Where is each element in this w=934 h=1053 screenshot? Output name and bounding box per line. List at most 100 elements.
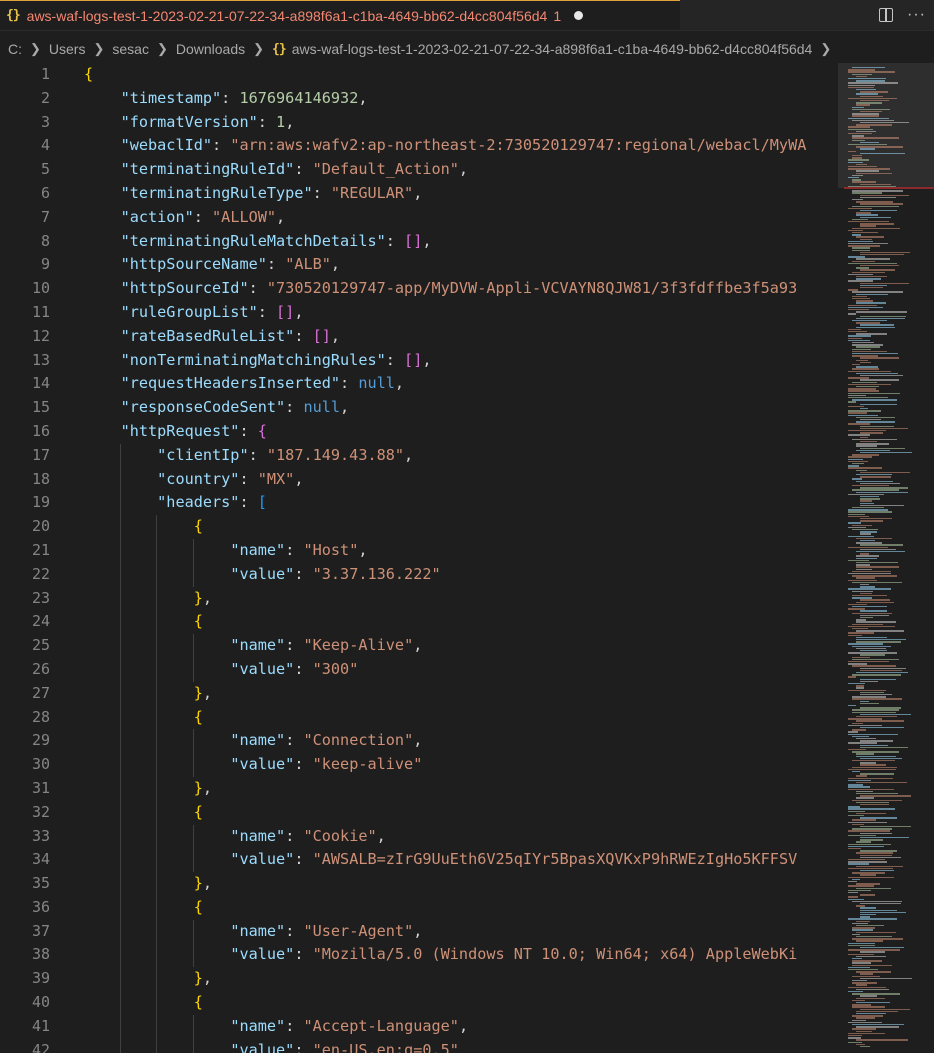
code-line[interactable]: "httpRequest": {: [84, 420, 836, 444]
minimap-line: [852, 454, 879, 456]
minimap-line: [860, 403, 897, 405]
code-line[interactable]: "terminatingRuleType": "REGULAR",: [84, 182, 836, 206]
minimap-line: [848, 168, 890, 170]
code-line[interactable]: "ruleGroupList": [],: [84, 301, 836, 325]
minimap-line: [852, 606, 887, 608]
code-token: {: [193, 802, 203, 821]
code-line[interactable]: "value": "en-US,en;q=0.5": [84, 1038, 836, 1053]
minimap-line: [848, 661, 889, 663]
minimap-line: [860, 100, 889, 102]
minimap-line: [852, 766, 897, 768]
minimap-line: [860, 667, 906, 669]
split-editor-icon[interactable]: [879, 8, 894, 22]
code-line[interactable]: },: [84, 967, 836, 992]
minimap-line: [852, 674, 901, 676]
minimap-line: [848, 859, 885, 861]
code-line[interactable]: "action": "ALLOW",: [84, 206, 836, 230]
indent-guide: [119, 1014, 121, 1039]
minimap-line: [852, 612, 892, 614]
minimap-line: [860, 95, 883, 97]
code-line[interactable]: "headers": [: [84, 491, 836, 516]
code-token: [: [257, 493, 267, 512]
code-line[interactable]: "requestHeadersInserted": null,: [84, 372, 836, 396]
code-line[interactable]: "name": "Host",: [84, 538, 836, 563]
breadcrumb-file[interactable]: aws-waf-logs-test-1-2023-02-21-07-22-34-…: [292, 41, 813, 57]
code-line[interactable]: {: [84, 991, 836, 1015]
code-line[interactable]: },: [84, 681, 836, 706]
minimap-line: [860, 408, 868, 410]
line-number: 9: [40, 255, 50, 274]
code-line[interactable]: "value": "Mozilla/5.0 (Windows NT 10.0; …: [84, 943, 836, 968]
code-line[interactable]: {: [84, 515, 836, 539]
indent-guide: [156, 919, 158, 944]
code-line[interactable]: {: [84, 895, 836, 920]
line-number: 27: [31, 683, 50, 702]
line-number: 11: [31, 302, 50, 321]
code-line[interactable]: },: [84, 872, 836, 896]
minimap-line: [852, 929, 873, 931]
code-line[interactable]: "rateBasedRuleList": [],: [84, 325, 836, 349]
code-line[interactable]: "terminatingRuleId": "Default_Action",: [84, 158, 836, 182]
code-line[interactable]: "responseCodeSent": null,: [84, 396, 836, 420]
minimap-line: [848, 867, 893, 870]
minimap-line: [848, 784, 863, 786]
code-line[interactable]: "name": "Cookie",: [84, 824, 836, 849]
code-line[interactable]: },: [84, 586, 836, 611]
code-line[interactable]: "httpSourceId": "730520129747-app/MyDVW-…: [84, 277, 836, 301]
minimap-line: [860, 225, 876, 227]
minimap-line: [856, 130, 876, 133]
code-line[interactable]: {: [84, 610, 836, 635]
breadcrumb-sesac[interactable]: sesac: [112, 41, 149, 57]
minimap[interactable]: [838, 63, 934, 1053]
indent-guide: [119, 872, 121, 896]
code-line[interactable]: "terminatingRuleMatchDetails": [],: [84, 230, 836, 254]
minimap-line: [860, 795, 911, 797]
breadcrumb-drive[interactable]: C:: [8, 41, 22, 57]
editor-tab[interactable]: {} aws-waf-logs-test-1-2023-02-21-07-22-…: [0, 0, 680, 30]
code-line[interactable]: {: [84, 705, 836, 730]
code-line[interactable]: "value": "300": [84, 657, 836, 682]
minimap-line: [852, 108, 890, 111]
line-number: 32: [31, 802, 50, 821]
code-line[interactable]: {: [84, 800, 836, 825]
code-line[interactable]: "httpSourceName": "ALB",: [84, 253, 836, 277]
line-number: 41: [31, 1016, 50, 1035]
code-line[interactable]: "name": "User-Agent",: [84, 919, 836, 944]
minimap-line: [848, 830, 890, 832]
code-line[interactable]: "value": "3.37.136.222": [84, 562, 836, 587]
minimap-line: [856, 75, 867, 78]
code-line[interactable]: "webaclId": "arn:aws:wafv2:ap-northeast-…: [84, 134, 836, 158]
breadcrumb-downloads[interactable]: Downloads: [176, 41, 245, 57]
code-line[interactable]: "name": "Keep-Alive",: [84, 634, 836, 658]
minimap-line: [852, 623, 883, 625]
code-line[interactable]: {: [84, 63, 836, 87]
more-actions-icon[interactable]: ···: [907, 7, 926, 23]
minimap-line: [860, 553, 869, 555]
minimap-line: [860, 520, 883, 522]
code-line[interactable]: "value": "keep-alive": [84, 753, 836, 777]
minimap-line: [848, 885, 874, 887]
code-line[interactable]: "formatVersion": 1,: [84, 111, 836, 135]
code-area[interactable]: { "timestamp": 1676964146932, "formatVer…: [84, 63, 836, 1053]
code-line[interactable]: "country": "MX",: [84, 467, 836, 492]
breadcrumb-users[interactable]: Users: [49, 41, 86, 57]
code-line[interactable]: "name": "Connection",: [84, 729, 836, 754]
minimap-line: [848, 786, 870, 788]
indent-guide: [119, 943, 121, 968]
code-line[interactable]: "clientIp": "187.149.43.88",: [84, 443, 836, 468]
minimap-line: [856, 905, 865, 907]
code-line[interactable]: "value": "AWSALB=zIrG9UuEth6V25qIYr5Bpas…: [84, 848, 836, 873]
code-line[interactable]: "timestamp": 1676964146932,: [84, 87, 836, 111]
minimap-line: [848, 410, 881, 412]
line-number: 42: [31, 1040, 50, 1053]
code-line[interactable]: "nonTerminatingMatchingRules": [],: [84, 349, 836, 373]
unsaved-dot-icon[interactable]: [574, 11, 584, 20]
code-editor[interactable]: 1 2 3 4 5 6 7 8 9 10 11 12 13 14 15 16 17 18 19 20 21 22 23 24 2…: [0, 63, 934, 1053]
minimap-line: [852, 232, 878, 234]
code-token: "value": [230, 850, 295, 869]
line-number: 15: [31, 398, 50, 417]
code-line[interactable]: "name": "Accept-Language",: [84, 1014, 836, 1039]
minimap-line: [860, 804, 889, 806]
code-line[interactable]: },: [84, 776, 836, 801]
indent-guide: [192, 634, 194, 658]
